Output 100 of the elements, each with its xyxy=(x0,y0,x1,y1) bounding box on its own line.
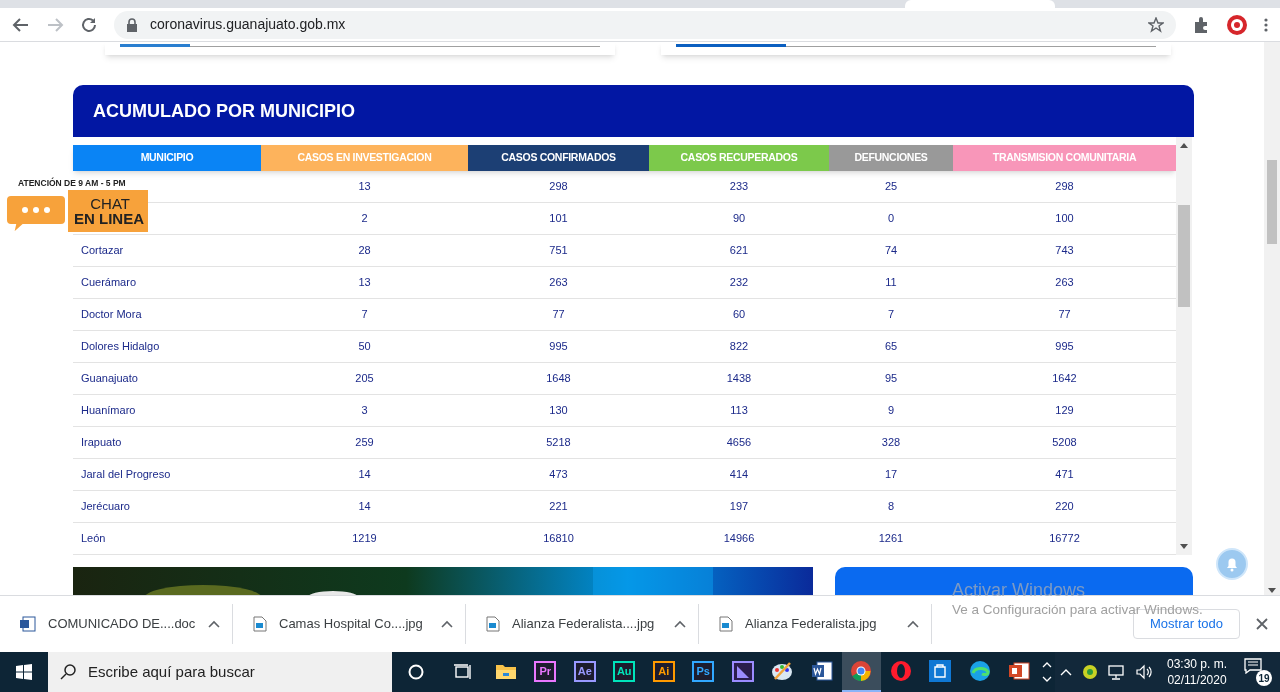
chat-online-button[interactable]: CHAT EN LINEA xyxy=(68,190,148,232)
caret-icon[interactable] xyxy=(441,620,453,628)
table-cell-text: 263 xyxy=(1055,275,1074,291)
network-icon[interactable] xyxy=(1108,664,1126,680)
tray-caret-icon[interactable] xyxy=(1060,668,1072,676)
edge-icon xyxy=(968,660,991,682)
taskbar-app-button[interactable] xyxy=(841,652,881,692)
star-icon[interactable] xyxy=(1148,16,1164,33)
column-header[interactable]: CASOS CONFIRMADOS xyxy=(468,145,649,171)
download-item[interactable]: Alianza Federalista.jpg xyxy=(699,604,932,644)
table-cell-text: 1648 xyxy=(546,371,571,387)
caret-icon[interactable] xyxy=(907,620,919,628)
search-icon xyxy=(60,664,76,680)
table-cell-text: 77 xyxy=(552,307,565,323)
table-cell-text: 14 xyxy=(358,467,371,483)
taskbar-search-field[interactable]: Escribe aquí para buscar xyxy=(48,652,392,692)
circle-icon[interactable] xyxy=(408,664,424,680)
taskbar-app-button[interactable]: Au xyxy=(604,652,644,692)
table-cell-text: 28 xyxy=(358,243,371,259)
palette-icon xyxy=(771,661,794,681)
table-cell-text: 298 xyxy=(549,179,568,195)
section-title: ACUMULADO POR MUNICIPIO xyxy=(93,99,355,123)
app-badge: Ps xyxy=(692,660,715,682)
table-cell-text: 1642 xyxy=(1052,371,1077,387)
opera-icon xyxy=(889,660,912,682)
taskbar-app-button[interactable]: Ps xyxy=(683,652,723,692)
table-cell: Guanajuato xyxy=(81,372,138,385)
table-cell: Cuerámaro xyxy=(81,276,137,289)
table-cell-text: 232 xyxy=(729,275,749,291)
table-cell-text: 263 xyxy=(549,275,568,291)
table-cell: León xyxy=(81,532,106,545)
table-cell-text: 414 xyxy=(729,467,749,483)
table-cell-text: 7 xyxy=(887,307,895,323)
chrome-icon xyxy=(850,660,873,682)
table-cell-text: 221 xyxy=(549,499,568,515)
scroll-up-icon[interactable] xyxy=(1042,662,1052,668)
table-cell-text: 1219 xyxy=(352,531,377,547)
app-badge: Ae xyxy=(573,660,596,682)
download-item[interactable]: COMUNICADO DE....doc xyxy=(0,604,233,644)
volume-icon[interactable] xyxy=(1136,664,1154,680)
puzzle-icon[interactable] xyxy=(1192,15,1210,34)
folder-icon xyxy=(494,662,517,680)
url-text: coronavirus.guanajuato.gob.mx xyxy=(150,15,347,34)
caret-icon[interactable] xyxy=(674,620,686,628)
table-cell-text: 129 xyxy=(1055,403,1074,419)
page-scrollbar[interactable] xyxy=(1264,42,1280,595)
taskbar-app-button[interactable]: Ae xyxy=(565,652,605,692)
table-cell-text: 1261 xyxy=(878,531,904,547)
reload-icon[interactable] xyxy=(80,15,98,34)
table-cell-text: 113 xyxy=(730,403,748,419)
table-cell-text: 74 xyxy=(884,243,898,259)
bag-icon xyxy=(929,660,952,682)
clock[interactable]: 03:30 p. m. 02/11/2020 xyxy=(1164,656,1230,688)
table-cell: Huanímaro xyxy=(81,404,136,417)
action-center-button[interactable]: 19 xyxy=(1244,658,1272,686)
taskbar-app-button[interactable]: Ai xyxy=(644,652,684,692)
table-cell: Cortazar xyxy=(81,244,124,257)
more-icon[interactable] xyxy=(1264,16,1268,33)
table-cell-text: 11 xyxy=(885,275,897,291)
table-cell-text: 65 xyxy=(884,339,898,355)
caret-icon[interactable] xyxy=(208,620,220,628)
windows-start-icon[interactable] xyxy=(16,664,32,680)
table-cell-text: 298 xyxy=(1055,179,1074,195)
table-cell-text: 751 xyxy=(549,243,568,259)
table-cell-text: 50 xyxy=(358,339,371,355)
column-header[interactable]: MUNICIPIO xyxy=(73,145,261,171)
scrollbar-thumb[interactable] xyxy=(1178,205,1190,307)
table-cell-text: 130 xyxy=(549,403,568,419)
download-item[interactable]: Alianza Federalista....jpg xyxy=(466,604,699,644)
address-bar[interactable]: coronavirus.guanajuato.gob.mx xyxy=(114,10,1176,39)
scrollbar-thumb[interactable] xyxy=(1267,160,1277,244)
back-icon[interactable] xyxy=(12,15,30,34)
table-cell-text: 7 xyxy=(361,307,368,323)
table-cell-text: 9 xyxy=(887,403,895,419)
image-file-icon xyxy=(486,616,500,632)
scroll-down-icon[interactable] xyxy=(1180,544,1188,549)
table-cell-text: 16810 xyxy=(543,531,574,547)
table-cell-text: 1438 xyxy=(726,371,752,387)
table-cell-text: 95 xyxy=(884,371,898,387)
table-cell-text: 25 xyxy=(884,179,898,195)
lock-icon xyxy=(126,17,138,32)
table-cell: Irapuato xyxy=(81,436,122,449)
task-view-icon[interactable] xyxy=(454,664,472,680)
table-cell-text: 60 xyxy=(732,307,746,323)
scroll-down-icon[interactable] xyxy=(1268,588,1276,593)
download-item[interactable]: Camas Hospital Co....jpg xyxy=(233,604,466,644)
table-cell: Doctor Mora xyxy=(81,308,142,321)
table-cell-text: 0 xyxy=(887,211,895,227)
word-app-icon xyxy=(810,661,833,681)
scroll-up-icon[interactable] xyxy=(1180,143,1188,148)
table-scrollbar[interactable] xyxy=(1176,137,1192,555)
close-icon[interactable] xyxy=(1256,618,1268,630)
taskbar-app-button[interactable]: Pr xyxy=(525,652,565,692)
status-circle-icon[interactable] xyxy=(1082,664,1098,680)
table-cell-text: 101 xyxy=(549,211,568,227)
document-icon xyxy=(20,616,36,632)
scroll-down-icon[interactable] xyxy=(1042,676,1052,682)
table-cell-text: 471 xyxy=(1055,467,1074,483)
table-cell-text: 4656 xyxy=(726,435,752,451)
profile-icon[interactable] xyxy=(1226,13,1248,36)
